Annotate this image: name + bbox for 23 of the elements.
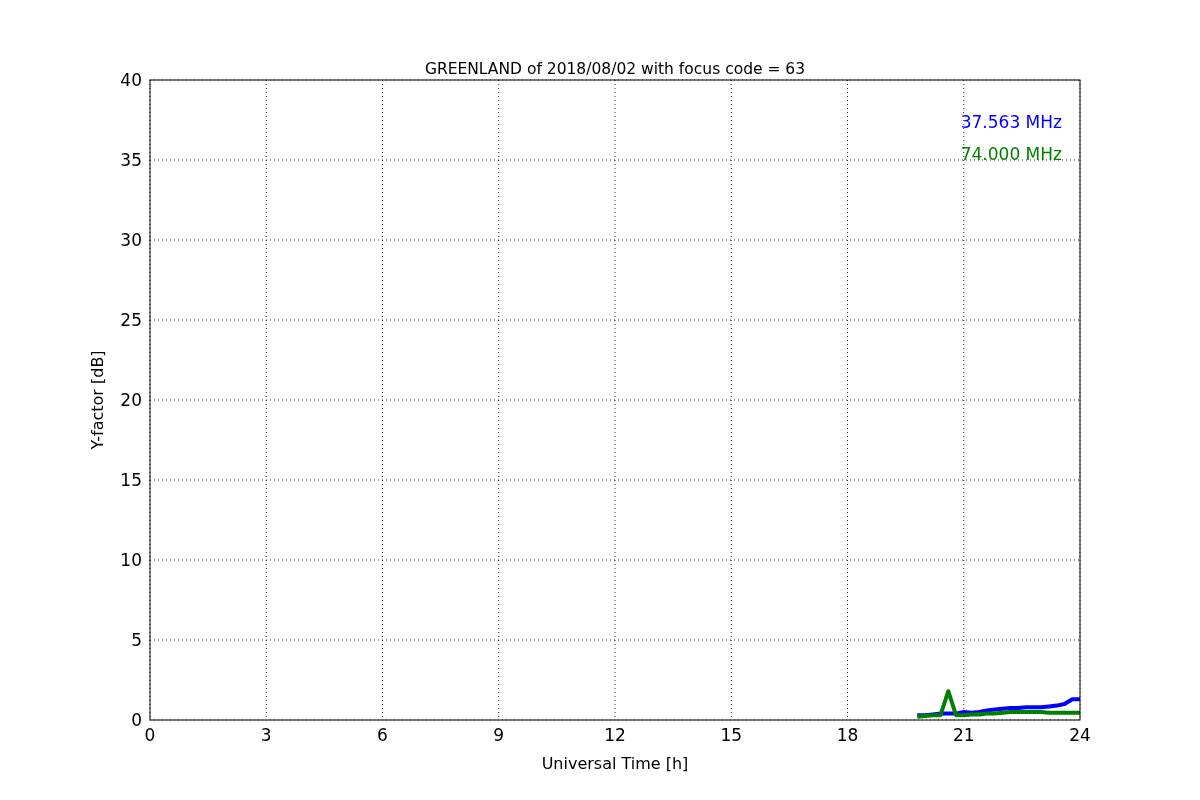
x-axis-label: Universal Time [h] xyxy=(541,754,689,773)
y-axis-label: Y-factor [dB] xyxy=(88,350,107,450)
y-tick-label: 0 xyxy=(131,710,142,730)
y-tick-label: 30 xyxy=(120,230,142,250)
y-tick-label: 40 xyxy=(120,70,142,90)
legend-label: 37.563 MHz xyxy=(960,112,1062,132)
y-tick-label: 20 xyxy=(120,390,142,410)
x-tick-label: 9 xyxy=(493,725,505,745)
x-tick-label: 12 xyxy=(604,725,626,745)
y-tick-label: 15 xyxy=(120,470,142,490)
x-tick-label: 6 xyxy=(377,725,388,745)
y-tick-label: 5 xyxy=(131,630,142,650)
legend-label: 74.000 MHz xyxy=(960,144,1062,164)
y-tick-label: 10 xyxy=(120,550,142,570)
x-tick-label: 15 xyxy=(720,725,743,745)
chart-title: GREENLAND of 2018/08/02 with focus code = 63 xyxy=(424,60,806,78)
x-tick-label: 0 xyxy=(144,725,156,745)
x-tick-label: 21 xyxy=(952,725,975,745)
y-tick-label: 35 xyxy=(120,150,142,170)
y-tick-label: 25 xyxy=(120,310,142,330)
x-tick-label: 24 xyxy=(1069,725,1091,745)
x-tick-label: 3 xyxy=(260,725,272,745)
x-tick-label: 18 xyxy=(836,725,859,745)
